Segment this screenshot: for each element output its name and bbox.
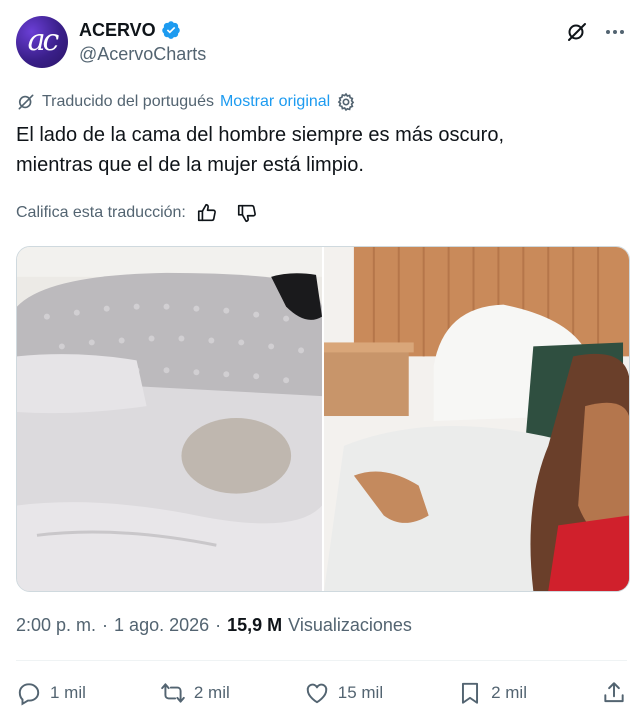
heart-icon <box>306 683 327 704</box>
retweet-count: 2 mil <box>193 683 230 702</box>
retweet-icon <box>161 683 185 703</box>
tweet-meta: 2:00 p. m. · 1 ago. 2026 · 15,9 M Visual… <box>16 615 412 636</box>
tweet-actions: 1 mil 2 mil 15 mil 2 mil <box>16 677 627 709</box>
views-count[interactable]: 15,9 M <box>227 615 282 636</box>
gear-icon[interactable] <box>336 92 356 112</box>
rate-translation: Califica esta traducción: <box>16 201 258 225</box>
bed-photo-right[interactable] <box>324 247 629 591</box>
bookmark-count: 2 mil <box>491 683 527 702</box>
author-name-row[interactable]: ACERVO <box>79 19 206 41</box>
tweet-time[interactable]: 2:00 p. m. <box>16 615 96 636</box>
meta-separator: · <box>102 615 109 635</box>
bed-photo-left[interactable] <box>17 247 322 591</box>
share-icon <box>604 682 624 703</box>
show-original-link[interactable]: Mostrar original <box>220 93 330 111</box>
thumbs-down-icon[interactable] <box>236 202 258 224</box>
retweet-button[interactable]: 2 mil <box>160 680 230 706</box>
media-gallery <box>16 246 630 592</box>
translate-icon <box>18 94 34 110</box>
tweet-text-line: El lado de la cama del hombre siempre es… <box>16 124 505 146</box>
reply-count: 1 mil <box>50 683 86 702</box>
reply-button[interactable]: 1 mil <box>16 680 86 706</box>
avatar-logo-text: ac <box>27 22 60 58</box>
meta-separator: · <box>215 615 222 635</box>
verified-badge-icon <box>161 21 180 39</box>
avatar[interactable]: ac <box>16 16 68 68</box>
translation-label: Traducido del portugués <box>42 93 214 110</box>
bookmark-button[interactable]: 2 mil <box>457 680 527 706</box>
tweet-text-line: mientras que el de la mujer está limpio. <box>16 154 364 176</box>
reply-icon <box>18 683 40 706</box>
more-options-icon[interactable] <box>603 20 627 44</box>
bookmark-icon <box>462 682 479 704</box>
views-label[interactable]: Visualizaciones <box>288 615 412 636</box>
translation-notice: Traducido del portugués Mostrar original <box>16 91 356 113</box>
divider <box>16 660 627 661</box>
tweet-text: El lado de la cama del hombre siempre es… <box>16 120 627 180</box>
thumbs-up-icon[interactable] <box>196 202 218 224</box>
tweet-date[interactable]: 1 ago. 2026 <box>114 615 209 636</box>
share-button[interactable] <box>601 680 627 706</box>
header-actions <box>565 20 627 44</box>
grok-icon[interactable] <box>565 20 589 44</box>
like-button[interactable]: 15 mil <box>304 680 383 706</box>
like-count: 15 mil <box>337 683 384 702</box>
author-info: ACERVO @AcervoCharts <box>79 19 206 65</box>
tweet-header: ac ACERVO @AcervoCharts <box>16 16 627 68</box>
author-display-name[interactable]: ACERVO <box>79 19 156 41</box>
rate-translation-label: Califica esta traducción: <box>16 204 186 221</box>
author-handle[interactable]: @AcervoCharts <box>79 43 206 65</box>
